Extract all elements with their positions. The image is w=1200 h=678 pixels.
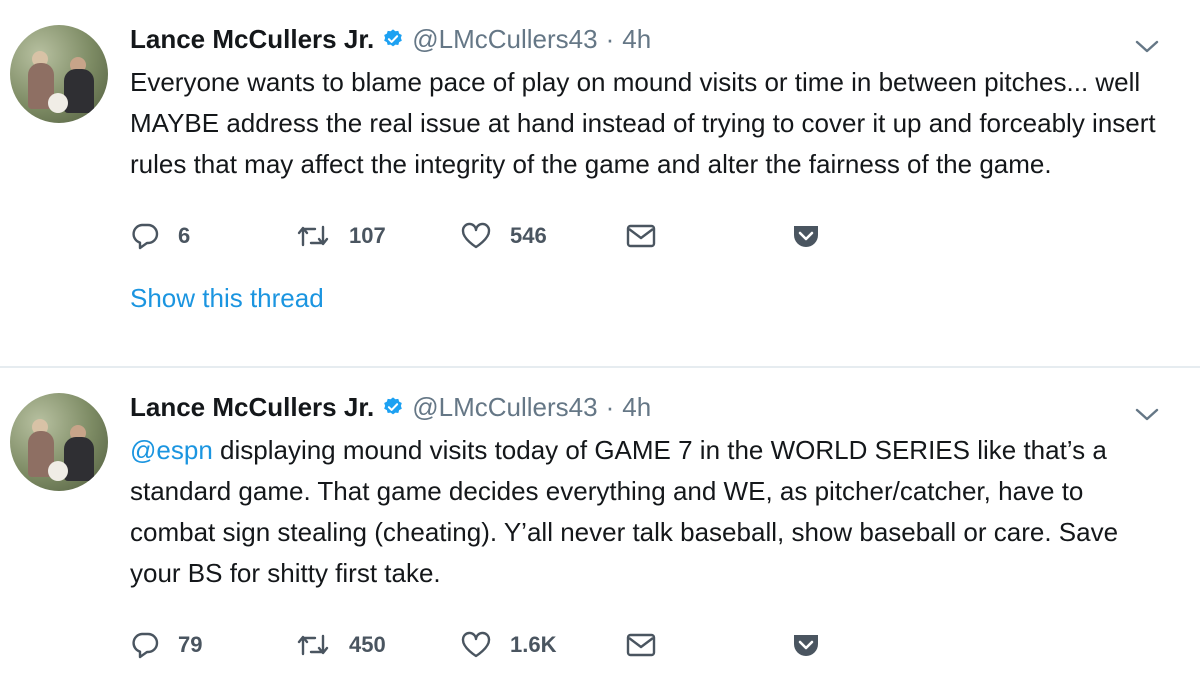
heart-icon: [460, 221, 492, 251]
reply-icon: [130, 221, 160, 251]
header-separator: ·: [605, 392, 615, 422]
reply-button[interactable]: 79: [130, 630, 295, 660]
pocket-icon: [790, 221, 822, 251]
avatar[interactable]: [10, 393, 108, 491]
direct-message-button[interactable]: [625, 631, 790, 659]
mention-link[interactable]: @espn: [130, 435, 213, 465]
tweet-header: Lance McCullers Jr. @LMcCullers43 · 4h: [130, 390, 1160, 424]
author-name[interactable]: Lance McCullers Jr.: [130, 22, 374, 56]
tweet-header: Lance McCullers Jr. @LMcCullers43 · 4h: [130, 22, 1160, 56]
envelope-icon: [625, 631, 657, 659]
tweet-2[interactable]: Lance McCullers Jr. @LMcCullers43 · 4h @…: [0, 368, 1200, 678]
save-to-pocket-button[interactable]: [790, 221, 822, 251]
tweet-text: Everyone wants to blame pace of play on …: [130, 62, 1170, 185]
tweet-timestamp[interactable]: 4h: [622, 390, 651, 424]
avatar[interactable]: [10, 25, 108, 123]
retweet-icon: [295, 221, 331, 251]
tweet-body: Everyone wants to blame pace of play on …: [130, 67, 1156, 179]
heart-icon: [460, 630, 492, 660]
retweet-button[interactable]: 107: [295, 221, 460, 251]
tweet-content: Lance McCullers Jr. @LMcCullers43 · 4h E…: [130, 22, 1160, 314]
verified-badge-icon: [382, 396, 404, 418]
like-count: 1.6K: [510, 632, 557, 657]
reply-button[interactable]: 6: [130, 221, 295, 251]
like-button[interactable]: 1.6K: [460, 630, 625, 660]
show-thread-link[interactable]: Show this thread: [130, 283, 1160, 314]
reply-icon: [130, 630, 160, 660]
author-name[interactable]: Lance McCullers Jr.: [130, 390, 374, 424]
chevron-down-icon[interactable]: [1134, 404, 1160, 424]
retweet-count: 450: [349, 632, 386, 657]
pocket-icon: [790, 630, 822, 660]
tweet-actions: 79 450 1.6K: [130, 628, 1160, 662]
verified-badge-icon: [382, 28, 404, 50]
envelope-icon: [625, 222, 657, 250]
reply-count: 6: [178, 223, 191, 248]
reply-count: 79: [178, 632, 203, 657]
retweet-icon: [295, 630, 331, 660]
header-separator: ·: [605, 24, 615, 54]
tweet-body: displaying mound visits today of GAME 7 …: [130, 435, 1119, 588]
save-to-pocket-button[interactable]: [790, 630, 822, 660]
author-handle[interactable]: @LMcCullers43: [412, 390, 597, 424]
tweet-1[interactable]: Lance McCullers Jr. @LMcCullers43 · 4h E…: [0, 0, 1200, 368]
tweet-text: @espn displaying mound visits today of G…: [130, 430, 1170, 594]
tweet-timestamp[interactable]: 4h: [622, 22, 651, 56]
author-handle[interactable]: @LMcCullers43: [412, 22, 597, 56]
like-button[interactable]: 546: [460, 221, 625, 251]
tweet-actions: 6 107 546: [130, 219, 1160, 253]
like-count: 546: [510, 223, 547, 248]
direct-message-button[interactable]: [625, 222, 790, 250]
retweet-button[interactable]: 450: [295, 630, 460, 660]
retweet-count: 107: [349, 223, 386, 248]
chevron-down-icon[interactable]: [1134, 36, 1160, 56]
tweet-content: Lance McCullers Jr. @LMcCullers43 · 4h @…: [130, 390, 1160, 662]
